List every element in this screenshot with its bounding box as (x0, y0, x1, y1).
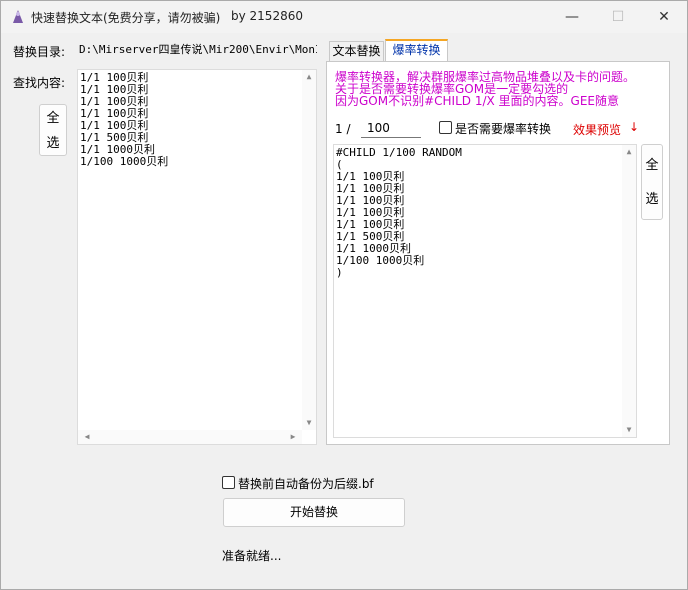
maximize-icon[interactable]: ☐ (595, 1, 641, 33)
app-window: 快速替换文本(免费分享，请勿被骗) by 2152860 — ☐ ✕ 替换目录:… (0, 0, 688, 590)
dir-label: 替换目录: (13, 45, 66, 59)
title-bar: 快速替换文本(免费分享，请勿被骗) by 2152860 — ☐ ✕ (1, 1, 687, 33)
scroll-down-icon[interactable]: ▼ (302, 416, 316, 430)
window-title: 快速替换文本(免费分享，请勿被骗) (31, 11, 221, 25)
left-horizontal-scrollbar[interactable]: ◀ ▶ (78, 430, 302, 444)
find-label: 查找内容: (13, 76, 66, 90)
find-content-lines: 1/1 100贝利 1/1 100贝利 1/1 100贝利 1/1 100贝利 1/1 … (80, 72, 168, 168)
rate-convert-checkbox-label: 是否需要爆率转换 (455, 122, 552, 136)
backup-checkbox-label: 替换前自动备份为后缀.bf (238, 477, 374, 491)
rate-denominator-input[interactable]: 100 (361, 118, 421, 138)
app-icon (13, 10, 23, 23)
tab-text-replace[interactable]: 文本替换 (329, 41, 384, 62)
select-all-left-char-1: 全 (46, 111, 60, 126)
preview-output-lines: #CHILD 1/100 RANDOM(1/1 100贝利 1/1 100贝利 1/… (336, 147, 462, 279)
select-all-left-char-2: 选 (46, 136, 60, 151)
scroll-up-icon[interactable]: ▲ (622, 145, 636, 159)
backup-checkbox[interactable] (222, 476, 235, 489)
select-all-right-char-2: 选 (645, 192, 659, 207)
rate-desc-line-3: 因为GOM不识别#CHILD 1/X 里面的内容。GEE随意 (335, 94, 620, 108)
select-all-right-button[interactable]: 全 选 (641, 144, 663, 220)
text-line: ) (336, 266, 343, 279)
text-line: #CHILD 1/100 RANDOM (336, 146, 462, 159)
minimize-icon[interactable]: — (549, 1, 595, 33)
preview-output-textarea[interactable]: #CHILD 1/100 RANDOM(1/1 100贝利 1/1 100贝利 1/… (333, 144, 637, 438)
rate-convert-checkbox[interactable] (439, 121, 452, 134)
start-replace-button[interactable]: 开始替换 (223, 498, 405, 527)
preview-label: 效果预览 (573, 123, 622, 137)
tab-rate-convert[interactable]: 爆率转换 (385, 39, 448, 61)
select-all-right-char-1: 全 (645, 158, 659, 173)
scroll-left-icon[interactable]: ◀ (80, 430, 94, 444)
scroll-down-icon[interactable]: ▼ (622, 423, 636, 437)
text-line: 1/100 1000贝利 (336, 254, 425, 267)
status-text: 准备就绪... (222, 549, 282, 563)
scroll-up-icon[interactable]: ▲ (302, 70, 316, 84)
text-line: 1/100 1000贝利 (80, 155, 169, 168)
left-vertical-scrollbar[interactable]: ▲ ▼ (302, 70, 316, 430)
dir-path-input[interactable]: D:\Mirserver四皇传说\Mir200\Envir\MonItems (77, 41, 317, 59)
rate-prefix-label: 1 / (335, 122, 351, 136)
preview-arrow-icon: ↓ (629, 120, 640, 134)
close-icon[interactable]: ✕ (641, 1, 687, 33)
window-author: by 2152860 (231, 9, 303, 23)
select-all-left-button[interactable]: 全 选 (39, 104, 67, 156)
scroll-right-icon[interactable]: ▶ (286, 430, 300, 444)
preview-vertical-scrollbar[interactable]: ▲ ▼ (622, 145, 636, 437)
find-content-textarea[interactable]: 1/1 100贝利 1/1 100贝利 1/1 100贝利 1/1 100贝利 1/1 … (77, 69, 317, 445)
rate-convert-panel: 爆率转换器，解决群服爆率过高物品堆叠以及卡的问题。 关于是否需要转换爆率GOM是… (326, 61, 670, 445)
